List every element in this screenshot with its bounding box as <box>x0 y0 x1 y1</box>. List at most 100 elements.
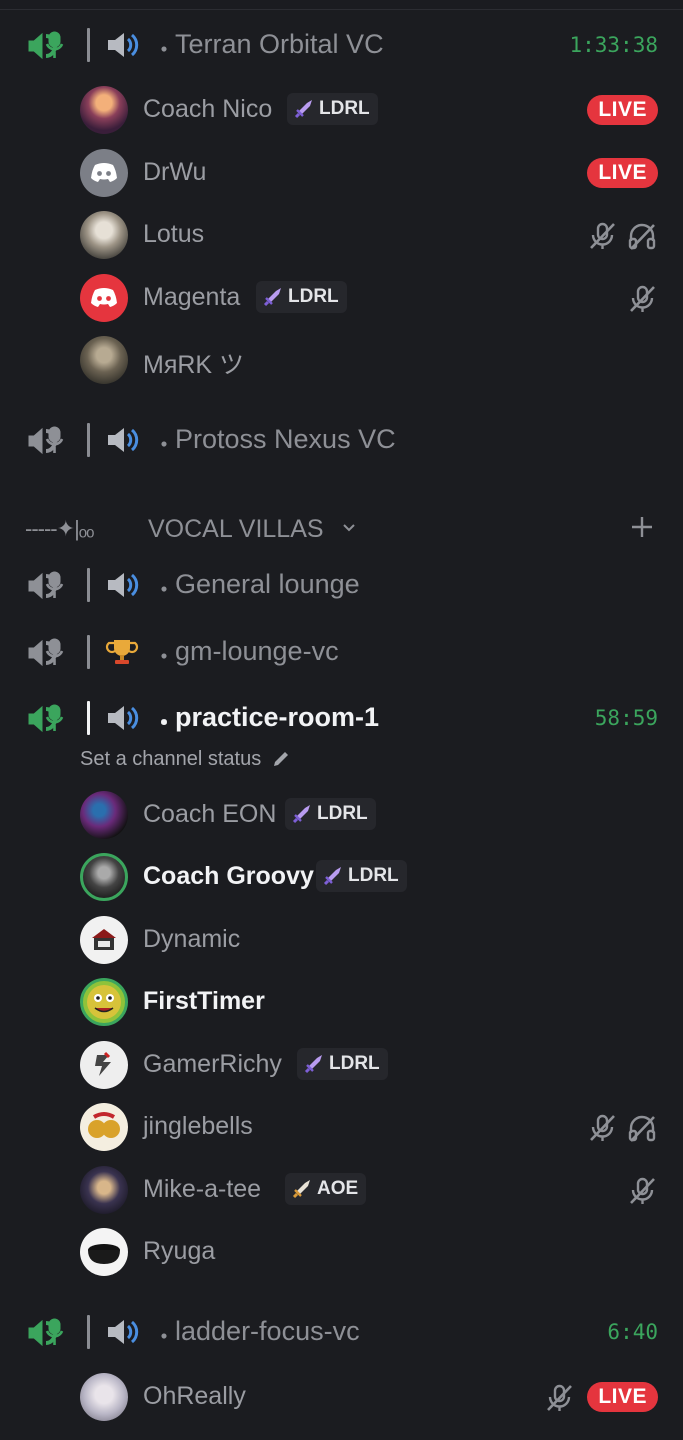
channel-name: practice-room-1 <box>175 702 380 732</box>
voice-active-icon <box>26 703 66 735</box>
role-badge: LDRL <box>287 93 378 125</box>
live-badge: LIVE <box>587 158 658 188</box>
voice-user-magenta[interactable]: Magenta LDRL <box>0 271 683 325</box>
username: DrWu <box>143 158 207 186</box>
voice-channel-practice-room-1[interactable]: ・ practice-room-1 58:59 <box>0 695 683 741</box>
username: Coach Groovy <box>143 862 314 890</box>
channel-name: ladder-focus-vc <box>175 1316 360 1346</box>
sword-icon <box>262 286 284 308</box>
sword-icon <box>322 865 344 887</box>
muted-mic-icon <box>544 1383 574 1413</box>
avatar <box>80 211 128 259</box>
muted-mic-icon <box>587 1113 617 1143</box>
username: Dynamic <box>143 925 241 953</box>
category-decoration: -----✦|ₒₒ <box>25 516 94 541</box>
voice-channel-ladder-focus[interactable]: ・ ladder-focus-vc 6:40 <box>0 1309 683 1355</box>
avatar <box>80 791 128 839</box>
channel-divider <box>87 1315 90 1349</box>
channel-divider <box>87 28 90 62</box>
speaker-icon <box>104 1317 140 1347</box>
avatar <box>80 336 128 384</box>
role-badge: LDRL <box>316 860 407 892</box>
voice-user-firsttimer[interactable]: FirstTimer <box>0 975 683 1029</box>
speaker-icon <box>104 30 140 60</box>
username: Lotus <box>143 220 205 248</box>
channel-divider <box>87 635 90 669</box>
username: GamerRichy <box>143 1050 282 1078</box>
category-name: VOCAL VILLAS <box>148 515 324 543</box>
bells-icon <box>88 1112 120 1138</box>
avatar <box>80 853 128 901</box>
avatar <box>80 1373 128 1421</box>
muted-mic-icon <box>627 1176 657 1206</box>
channel-timer: 6:40 <box>607 1320 658 1344</box>
voice-channel-protoss-nexus[interactable]: ・ Protoss Nexus VC <box>0 417 683 463</box>
sword-icon <box>291 1178 313 1200</box>
channel-dot: ・ <box>152 644 176 671</box>
voice-channel-gm-lounge[interactable]: ・ gm-lounge-vc <box>0 629 683 675</box>
sword-icon <box>291 803 313 825</box>
category-vocal-villas[interactable]: -----✦|ₒₒ VOCAL VILLAS <box>25 512 665 546</box>
channel-name: Terran Orbital VC <box>175 29 384 59</box>
deafened-icon <box>627 1113 657 1143</box>
voice-inactive-icon <box>26 425 66 457</box>
voice-user-lotus[interactable]: Lotus <box>0 208 683 262</box>
bowl-icon <box>88 1244 120 1264</box>
avatar <box>80 1041 128 1089</box>
voice-inactive-icon <box>26 637 66 669</box>
add-channel-icon[interactable] <box>629 514 655 540</box>
avatar <box>80 274 128 322</box>
avatar <box>80 1103 128 1151</box>
channel-status-text: Set a channel status <box>80 747 262 770</box>
voice-user-coach-nico[interactable]: Coach Nico LDRL LIVE <box>0 83 683 137</box>
username: jinglebells <box>143 1112 253 1140</box>
voice-user-coach-groovy[interactable]: Coach Groovy LDRL <box>0 850 683 904</box>
voice-channel-general-lounge[interactable]: ・ General lounge <box>0 562 683 608</box>
voice-user-jinglebells[interactable]: jinglebells <box>0 1100 683 1154</box>
discord-logo-icon <box>80 274 128 322</box>
house-logo-icon <box>92 929 116 950</box>
role-badge: LDRL <box>285 798 376 830</box>
channel-dot: ・ <box>152 37 176 64</box>
channel-dot: ・ <box>152 432 176 459</box>
speaker-icon <box>104 703 140 733</box>
channel-divider <box>87 568 90 602</box>
muted-mic-icon <box>627 284 657 314</box>
sword-icon <box>303 1053 325 1075</box>
channel-timer: 1:33:38 <box>569 33 658 57</box>
voice-user-gamerrichy[interactable]: GamerRichy LDRL <box>0 1038 683 1092</box>
voice-user-mike-a-tee[interactable]: Mike-a-tee AOE <box>0 1163 683 1217</box>
voice-user-drwu[interactable]: DrWu LIVE <box>0 146 683 200</box>
channel-name: Protoss Nexus VC <box>175 424 396 454</box>
channel-name: gm-lounge-vc <box>175 636 339 666</box>
voice-channel-terran-orbital[interactable]: ・ Terran Orbital VC 1:33:38 <box>0 22 683 68</box>
voice-user-dynamic[interactable]: Dynamic <box>0 913 683 967</box>
username: Coach Nico <box>143 95 273 123</box>
voice-user-mark[interactable]: MᴙRK ツ <box>0 333 683 387</box>
role-badge: LDRL <box>297 1048 388 1080</box>
role-badge: AOE <box>285 1173 367 1205</box>
avatar <box>80 1166 128 1214</box>
voice-user-coach-eon[interactable]: Coach EON LDRL <box>0 788 683 842</box>
channel-name: General lounge <box>175 569 360 599</box>
set-channel-status[interactable]: Set a channel status <box>80 746 291 772</box>
discord-logo-icon <box>80 149 128 197</box>
username: OhReally <box>143 1382 246 1410</box>
username: Coach EON <box>143 800 277 828</box>
top-divider <box>0 9 683 10</box>
username: Ryuga <box>143 1237 216 1265</box>
logo-icon <box>95 1051 111 1076</box>
voice-user-ohreally[interactable]: OhReally LIVE <box>0 1370 683 1424</box>
channel-divider <box>87 701 90 735</box>
channel-dot: ・ <box>152 1324 176 1351</box>
avatar <box>80 86 128 134</box>
avatar <box>80 916 128 964</box>
voice-active-icon <box>26 1317 66 1349</box>
live-badge: LIVE <box>587 1382 658 1412</box>
username: FirstTimer <box>143 987 265 1015</box>
avatar <box>80 149 128 197</box>
voice-inactive-icon <box>26 570 66 602</box>
avatar <box>80 1228 128 1276</box>
role-badge: LDRL <box>256 281 347 313</box>
voice-user-ryuga[interactable]: Ryuga <box>0 1225 683 1279</box>
